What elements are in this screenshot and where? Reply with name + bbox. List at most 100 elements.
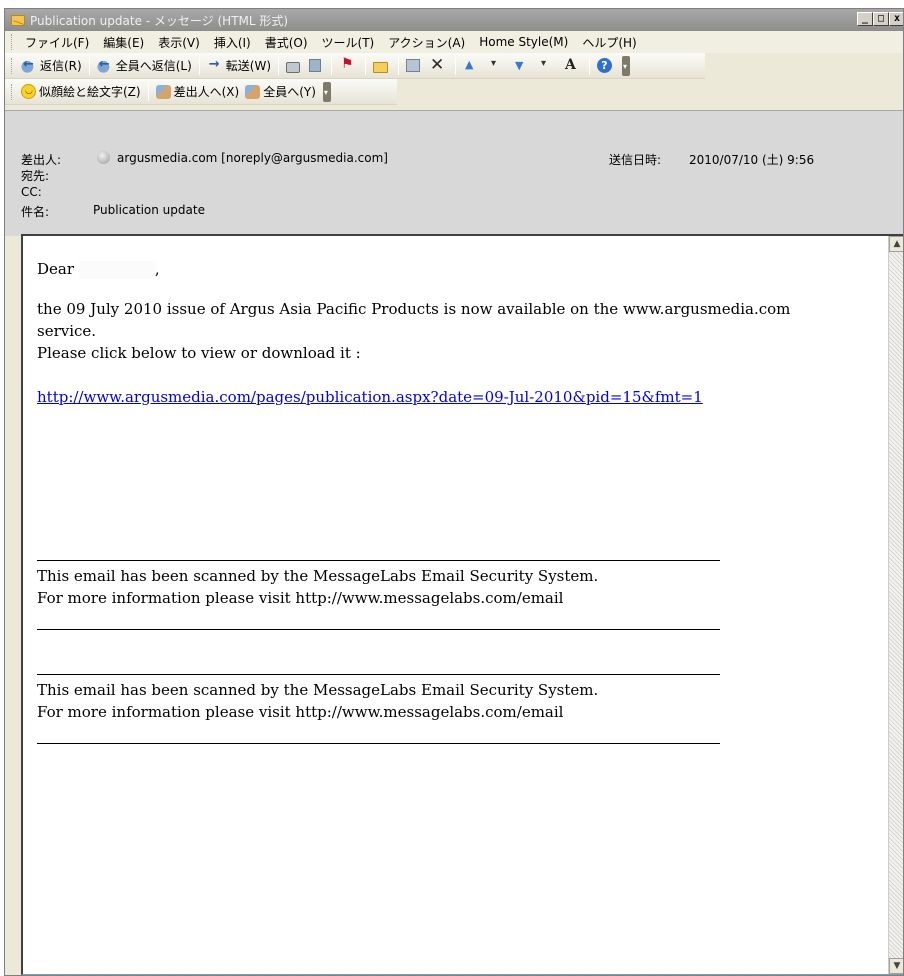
toolbar-grip[interactable] [11,83,14,100]
greeting-prefix: Dear [37,260,75,278]
follow-up-button[interactable] [336,56,361,74]
minimize-button[interactable]: _ [857,12,873,26]
toolbar-overflow-button[interactable] [322,81,331,102]
emoji-toolbar: 似顔絵と絵文字(Z) 差出人へ(X) 全員へ(Y) [5,79,397,105]
message-window: Publication update - メッセージ (HTML 形式) _ □… [4,8,904,976]
envelope-icon [11,14,25,26]
disclaimer-1-line-1: This email has been scanned by the Messa… [37,567,599,585]
font-size-icon [563,57,579,74]
vertical-scrollbar[interactable]: ▲ ▼ [888,236,903,974]
maximize-button[interactable]: □ [873,12,889,26]
scroll-down-button[interactable]: ▼ [889,958,903,974]
menu-view[interactable]: 表示(V) [151,34,207,51]
toolbar-separator [88,56,90,75]
previous-item-button[interactable] [460,58,485,74]
toolbar-separator [198,56,200,75]
to-label: 宛先: [21,169,50,183]
toolbar-overflow-button[interactable] [622,55,630,76]
help-icon: ? [597,58,612,73]
message-header: 差出人: argusmedia.com [noreply@argusmedia.… [5,110,903,236]
window-controls: _ □ x [857,12,903,26]
window-title: Publication update - メッセージ (HTML 形式) [30,13,289,28]
publication-link[interactable]: http://www.argusmedia.com/pages/publicat… [37,388,703,406]
body-line-2: Please click below to view or download i… [37,344,361,362]
menu-actions[interactable]: アクション(A) [381,34,472,51]
toolbar-separator [455,56,456,75]
forward-button[interactable]: 転送(W) [204,57,274,74]
disclaimer-2-line-2: For more information please visit http:/… [37,703,564,721]
emoji-button[interactable]: 似顔絵と絵文字(Z) [18,83,144,100]
reply-icon [21,57,37,74]
presence-status-icon [97,151,110,164]
next-item-button[interactable] [510,58,535,74]
menu-home-style[interactable]: Home Style(M) [472,35,575,49]
toolbar-separator [589,56,590,75]
reply-all-label: 全員へ返信(L) [115,59,192,73]
forward-icon [207,57,223,74]
menu-insert[interactable]: 挿入(I) [207,34,258,51]
copy-icon [309,59,321,72]
reply-label: 返信(R) [40,59,82,73]
reply-all-button[interactable]: 全員へ返信(L) [94,57,195,74]
printer-icon [286,61,300,73]
to-all-label: 全員へ(Y) [263,85,316,99]
scroll-up-button[interactable]: ▲ [889,236,903,252]
dropdown-icon [538,58,554,74]
person-icon [155,84,171,99]
copy-button[interactable] [306,59,327,72]
message-body-pane[interactable]: Dear , the 09 July 2010 issue of Argus A… [21,234,903,975]
divider-line [37,743,720,744]
menu-tools[interactable]: ツール(T) [315,34,382,51]
down-arrow-icon [513,58,529,74]
reply-button[interactable]: 返信(R) [18,57,85,74]
forward-label: 転送(W) [225,59,271,73]
from-value[interactable]: argusmedia.com [noreply@argusmedia.com] [117,151,388,165]
toolbar-grip[interactable] [11,57,14,74]
menu-help[interactable]: ヘルプ(H) [575,34,643,51]
font-size-button[interactable] [560,57,585,74]
delete-icon [429,55,445,75]
up-arrow-icon [463,58,479,74]
emoji-label: 似顔絵と絵文字(Z) [39,85,141,99]
subject-value: Publication update [93,203,205,217]
toolbar-separator [398,56,399,75]
menu-grip[interactable] [11,34,14,50]
to-sender-button[interactable]: 差出人へ(X) [153,83,243,100]
toolbar-separator [365,56,366,75]
smiley-icon [21,84,36,99]
cc-label: CC: [21,185,42,199]
reply-all-icon [96,57,113,74]
title-bar[interactable]: Publication update - メッセージ (HTML 形式) _ □… [5,9,903,31]
menu-format[interactable]: 書式(O) [258,34,315,51]
menu-edit[interactable]: 編集(E) [96,34,151,51]
subject-label: 件名: [21,205,50,219]
sent-value: 2010/07/10 (土) 9:56 [689,153,815,167]
toolbar-separator [331,56,332,75]
folder-icon [373,61,388,73]
greeting-suffix: , [154,260,160,278]
greeting: Dear , [37,258,847,280]
message-body: Dear , the 09 July 2010 issue of Argus A… [37,258,847,744]
help-button[interactable]: ? [594,58,618,73]
disclaimer-1-line-2: For more information please visit http:/… [37,589,564,607]
disclaimer-2-line-1: This email has been scanned by the Messa… [37,681,599,699]
print-button[interactable] [283,59,306,73]
people-icon [245,84,261,99]
to-sender-label: 差出人へ(X) [173,85,240,99]
toolbar-separator [278,56,279,75]
recipient-name-redacted [78,261,155,279]
move-to-folder-button[interactable] [370,59,394,73]
next-dropdown[interactable] [535,58,560,74]
delete-button[interactable] [426,55,451,75]
previous-dropdown[interactable] [485,58,510,74]
sent-label: 送信日時: [609,153,662,167]
menu-file[interactable]: ファイル(F) [18,34,96,51]
flag-icon [339,56,355,74]
toolbar-separator [147,82,149,101]
close-button[interactable]: x [889,12,903,26]
dropdown-icon [488,58,504,74]
move-button[interactable] [403,59,426,72]
to-all-button[interactable]: 全員へ(Y) [242,83,319,100]
menu-bar: ファイル(F) 編集(E) 表示(V) 挿入(I) 書式(O) ツール(T) ア… [5,31,903,53]
from-label: 差出人: [21,153,62,167]
